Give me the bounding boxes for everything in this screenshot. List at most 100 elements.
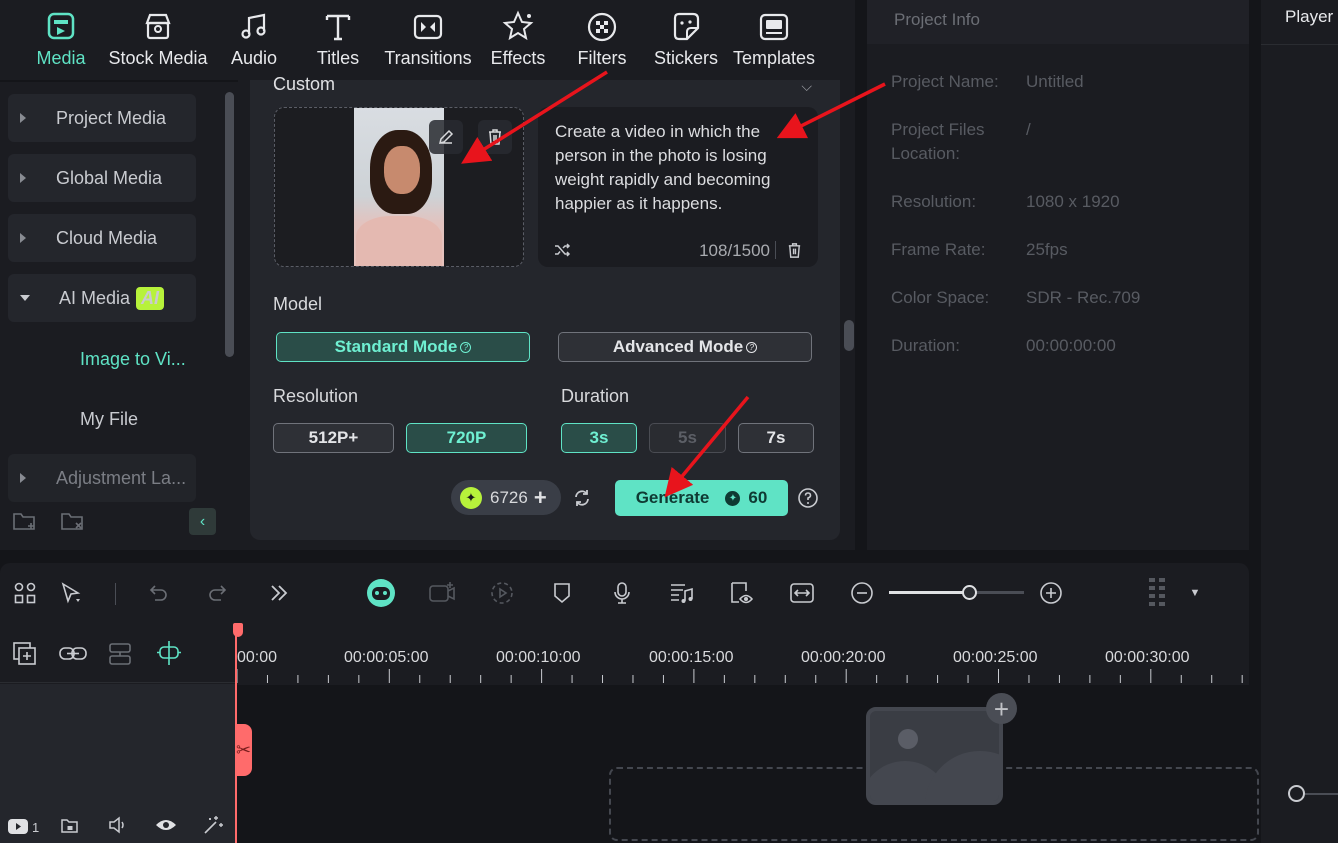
resolution-512p-button[interactable]: 512P+ (273, 423, 394, 453)
ai-copilot-button[interactable] (366, 578, 396, 608)
sidebar-item-image-to-video[interactable]: Image to Vi... (80, 349, 186, 370)
zoom-in-button[interactable] (1036, 578, 1066, 608)
fit-timeline-button[interactable] (787, 578, 817, 608)
stock-media-icon (145, 13, 171, 40)
generate-button[interactable]: Generate ✦ 60 (615, 480, 788, 516)
redo-button[interactable] (203, 578, 233, 608)
video-track-icon (8, 819, 28, 834)
grid-icon (14, 582, 36, 604)
voiceover-button[interactable] (607, 578, 637, 608)
eye-icon[interactable] (155, 816, 177, 834)
sidebar-scrollbar[interactable] (225, 92, 234, 357)
toolbar-filters-label: Filters (577, 48, 627, 68)
add-credits-icon[interactable]: + (534, 485, 547, 511)
advanced-mode-button[interactable]: Advanced Mode? (558, 332, 812, 362)
duration-7s-button[interactable]: 7s (738, 423, 814, 453)
redo-icon (209, 585, 227, 601)
timeline-toolbar: ▼ (0, 563, 1249, 623)
templates-icon (759, 13, 789, 41)
preview-render-button[interactable] (727, 578, 757, 608)
sidebar-item-cloud-media[interactable]: Cloud Media (8, 214, 196, 262)
toolbar-media[interactable]: Media (11, 10, 111, 69)
music-list-icon (671, 584, 693, 603)
time-ruler[interactable]: 00:00 00:00:05:00 00:00:10:00 00:00:15:0… (235, 623, 1249, 685)
zoom-out-button[interactable] (847, 578, 877, 608)
collapse-sidebar-button[interactable]: ‹ (189, 508, 216, 535)
sidebar-item-my-file[interactable]: My File (80, 409, 138, 430)
project-info-panel: Project Info Project Name: Untitled Proj… (867, 0, 1249, 550)
player-seek-knob[interactable] (1288, 785, 1305, 802)
toolbar-stickers[interactable]: Stickers (636, 10, 736, 69)
ai-clip-button (427, 578, 457, 608)
add-media-icon[interactable]: + (986, 693, 1017, 724)
clear-prompt-icon[interactable] (786, 242, 803, 259)
new-folder-icon[interactable] (12, 510, 38, 532)
panel-scrollbar[interactable] (844, 320, 854, 351)
playhead-marker[interactable]: ✂ (235, 724, 252, 776)
help-icon: ? (746, 341, 758, 353)
expand-icon (20, 473, 26, 483)
audio-mixer-button[interactable] (667, 578, 697, 608)
more-tools-button[interactable] (264, 578, 294, 608)
add-track-icon[interactable] (12, 641, 37, 666)
magic-wand-icon[interactable] (202, 814, 224, 836)
folder-lock-icon[interactable] (60, 815, 80, 835)
shuffle-icon[interactable] (553, 241, 571, 259)
transitions-icon (413, 14, 443, 40)
duration-3s-button[interactable]: 3s (561, 423, 637, 453)
zoom-slider-fill (889, 591, 970, 594)
sidebar-item-ai-media[interactable]: AI Media AI (8, 274, 196, 322)
undo-button[interactable] (143, 578, 173, 608)
player-title: Player (1285, 7, 1334, 26)
help-icon[interactable] (797, 487, 819, 509)
toolbar-audio-label: Audio (230, 48, 278, 68)
zoom-slider-knob[interactable] (962, 585, 977, 600)
generator-card: Custom ⌵ Create a video in which the per… (250, 74, 840, 540)
sidebar-item-label: AI Media (59, 287, 131, 308)
delete-image-button[interactable] (478, 120, 512, 154)
toolbar-stock-media[interactable]: Stock Media (108, 10, 208, 69)
sidebar-item-label: Cloud Media (56, 227, 158, 248)
prompt-text[interactable]: Create a video in which the person in th… (555, 120, 805, 216)
ruler-ticks (236, 669, 1243, 683)
titles-icon (325, 14, 351, 41)
magnet-snap-icon[interactable] (155, 639, 183, 667)
ruler-label: 00:00:30:00 (1105, 649, 1190, 666)
resolution-info-label: Resolution: (891, 192, 977, 211)
toolbar-templates-label: Templates (732, 48, 816, 68)
track-view-button[interactable] (1143, 578, 1173, 608)
toolbar-transitions[interactable]: Transitions (378, 10, 478, 69)
prompt-textarea[interactable]: Create a video in which the person in th… (538, 107, 818, 267)
resolution-label: Resolution (273, 386, 359, 406)
edit-image-button[interactable] (429, 120, 463, 154)
sidebar-item-global-media[interactable]: Global Media (8, 154, 196, 202)
project-info-header: Project Info (867, 0, 1249, 44)
playhead-handle[interactable] (233, 623, 243, 637)
resolution-720p-button[interactable]: 720P (406, 423, 527, 453)
video-plus-icon (429, 582, 455, 602)
credits-balance[interactable]: ✦ 6726 + (451, 480, 561, 515)
refresh-icon[interactable] (572, 488, 592, 508)
player-seek-track[interactable] (1305, 793, 1338, 795)
standard-mode-button[interactable]: Standard Mode? (276, 332, 530, 362)
project-info-title: Project Info (894, 10, 980, 29)
expand-icon (20, 233, 26, 243)
layout-button[interactable] (10, 578, 40, 608)
speaker-icon[interactable] (107, 815, 129, 835)
resolution-info-value: 1080 x 1920 (1026, 192, 1120, 211)
marker-button[interactable] (547, 578, 577, 608)
divider (775, 241, 776, 259)
delete-folder-icon[interactable] (60, 510, 86, 532)
track-manage-icon[interactable] (107, 641, 133, 667)
toolbar-templates[interactable]: Templates (724, 10, 824, 69)
duration-info-label: Duration: (891, 336, 960, 355)
sidebar-item-project-media[interactable]: Project Media (8, 94, 196, 142)
toolbar-stock-media-label: Stock Media (108, 48, 208, 68)
chevron-down-icon[interactable]: ⌵ (801, 78, 812, 95)
track-view-dropdown[interactable]: ▼ (1180, 578, 1210, 608)
image-upload-area[interactable] (274, 107, 524, 267)
select-tool-button[interactable] (56, 578, 86, 608)
toolbar-titles[interactable]: Titles (288, 10, 388, 69)
link-icon[interactable] (58, 641, 88, 666)
ruler-label: 00:00:25:00 (953, 649, 1038, 666)
